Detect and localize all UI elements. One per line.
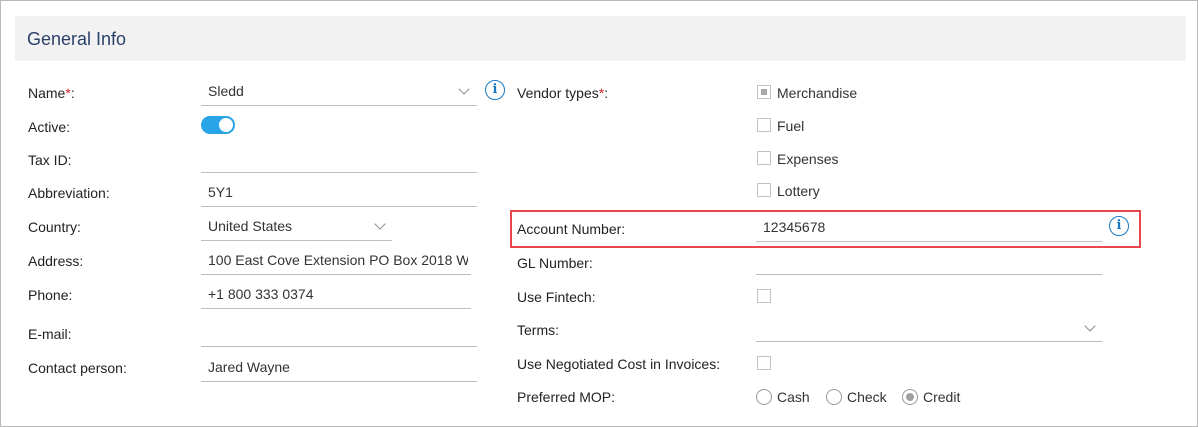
country-value: United States xyxy=(208,218,293,234)
use-fintech-checkbox[interactable] xyxy=(757,289,771,303)
active-toggle[interactable] xyxy=(201,116,235,134)
contact-person-field[interactable]: Jared Wayne xyxy=(201,354,477,382)
fuel-label: Fuel xyxy=(777,118,805,134)
account-number-label: Account Number: xyxy=(517,221,626,237)
chevron-down-icon xyxy=(458,83,470,95)
address-label: Address: xyxy=(28,253,84,269)
name-label: Name*: xyxy=(28,85,75,101)
phone-label: Phone: xyxy=(28,287,73,303)
name-select[interactable]: Sledd xyxy=(201,78,477,106)
gl-number-field[interactable] xyxy=(756,247,1102,275)
account-number-value: 12345678 xyxy=(763,219,826,235)
abbreviation-label: Abbreviation: xyxy=(28,185,110,201)
expenses-checkbox[interactable] xyxy=(757,151,771,165)
email-field[interactable] xyxy=(201,319,477,347)
credit-label: Credit xyxy=(923,389,961,405)
expenses-label: Expenses xyxy=(777,151,839,167)
use-fintech-label: Use Fintech: xyxy=(517,289,596,305)
abbreviation-field[interactable]: 5Y1 xyxy=(201,179,477,207)
fuel-checkbox[interactable] xyxy=(757,118,771,132)
contact-person-value: Jared Wayne xyxy=(208,359,290,375)
credit-radio[interactable] xyxy=(902,389,918,405)
tax-id-field[interactable] xyxy=(201,145,477,173)
check-label: Check xyxy=(847,389,887,405)
lottery-checkbox[interactable] xyxy=(757,183,771,197)
cash-label: Cash xyxy=(777,389,810,405)
general-info-panel: General Info Name*: Sledd i Active: Tax … xyxy=(0,0,1198,427)
cash-radio[interactable] xyxy=(756,389,772,405)
phone-value: +1 800 333 0374 xyxy=(208,286,314,302)
chevron-down-icon xyxy=(1084,320,1096,332)
check-radio[interactable] xyxy=(826,389,842,405)
phone-field[interactable]: +1 800 333 0374 xyxy=(201,281,471,309)
vendor-types-label: Vendor types*: xyxy=(517,85,609,101)
gl-number-label: GL Number: xyxy=(517,255,593,271)
merchandise-label: Merchandise xyxy=(777,85,858,101)
name-value: Sledd xyxy=(208,83,244,99)
tax-id-label: Tax ID: xyxy=(28,152,72,168)
lottery-label: Lottery xyxy=(777,183,820,199)
preferred-mop-label: Preferred MOP: xyxy=(517,389,616,405)
use-negotiated-cost-label: Use Negotiated Cost in Invoices: xyxy=(517,356,721,372)
merchandise-checkbox[interactable] xyxy=(757,85,771,99)
info-icon[interactable]: i xyxy=(1109,216,1129,236)
terms-label: Terms: xyxy=(517,322,559,338)
email-label: E-mail: xyxy=(28,326,72,342)
abbreviation-value: 5Y1 xyxy=(208,184,233,200)
info-icon[interactable]: i xyxy=(485,80,505,100)
section-title: General Info xyxy=(27,29,127,49)
country-select[interactable]: United States xyxy=(201,213,392,241)
country-label: Country: xyxy=(28,219,81,235)
chevron-down-icon xyxy=(374,218,386,230)
contact-person-label: Contact person: xyxy=(28,360,127,376)
section-header: General Info xyxy=(15,16,1186,61)
terms-select[interactable] xyxy=(756,314,1102,342)
address-field[interactable]: 100 East Cove Extension PO Box 2018 Wh xyxy=(201,247,471,275)
address-value: 100 East Cove Extension PO Box 2018 Wh xyxy=(208,252,468,268)
use-negotiated-cost-checkbox[interactable] xyxy=(757,356,771,370)
active-label: Active: xyxy=(28,119,71,135)
toggle-knob xyxy=(219,118,233,132)
account-number-field[interactable]: 12345678 xyxy=(756,214,1102,242)
